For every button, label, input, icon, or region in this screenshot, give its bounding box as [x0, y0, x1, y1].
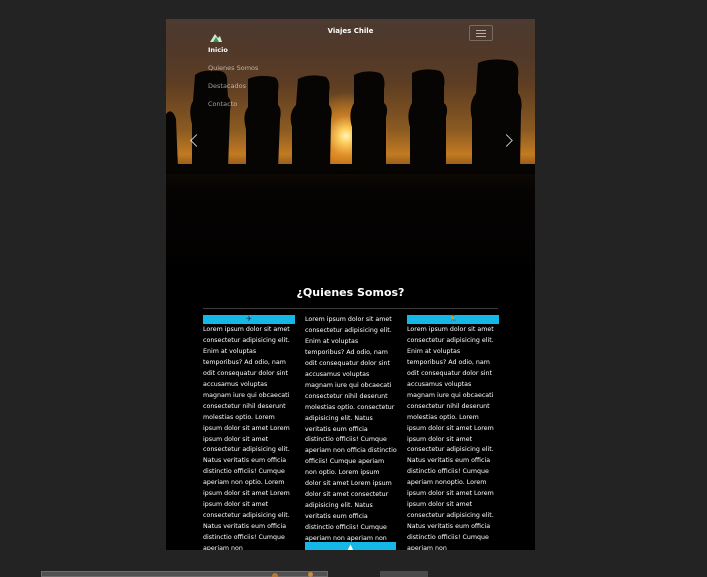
nav-item-contacto[interactable]: Contacto — [208, 95, 258, 113]
about-column-2: Lorem ipsum dolor sit amet consectetur a… — [305, 315, 397, 545]
mountain-icon: ▲ — [305, 542, 396, 550]
about-column-3: 🏃 Lorem ipsum dolor sit amet consectetur… — [407, 315, 499, 550]
section-title: ¿Quienes Somos? — [296, 286, 405, 299]
page-viewport: Viajes Chile Inicio Quienes Somos Destac… — [166, 19, 535, 550]
bottom-thumbnail-strip-small — [380, 571, 428, 577]
hero-carousel: Viajes Chile Inicio Quienes Somos Destac… — [166, 19, 535, 265]
about-column-1: ✈ Lorem ipsum dolor sit amet consectetur… — [203, 315, 295, 550]
thumbnail-detail — [308, 572, 313, 577]
column-text: Lorem ipsum dolor sit amet consectetur a… — [305, 316, 397, 543]
hiking-icon: 🏃 — [407, 315, 499, 324]
bottom-thumbnail-strip — [41, 571, 328, 577]
column-text: Lorem ipsum dolor sit amet consectetur a… — [407, 326, 494, 550]
nav-menu: Inicio Quienes Somos Destacados Contacto — [208, 41, 258, 113]
thumbnail-detail — [272, 573, 278, 577]
nav-item-inicio[interactable]: Inicio — [208, 41, 258, 59]
column-text: Lorem ipsum dolor sit amet consectetur a… — [203, 326, 290, 550]
nav-item-quienes-somos[interactable]: Quienes Somos — [208, 59, 258, 77]
divider — [203, 308, 498, 309]
plane-icon: ✈ — [203, 315, 295, 324]
hamburger-icon[interactable] — [469, 25, 493, 41]
ground-shadow — [166, 171, 535, 265]
nav-item-destacados[interactable]: Destacados — [208, 77, 258, 95]
